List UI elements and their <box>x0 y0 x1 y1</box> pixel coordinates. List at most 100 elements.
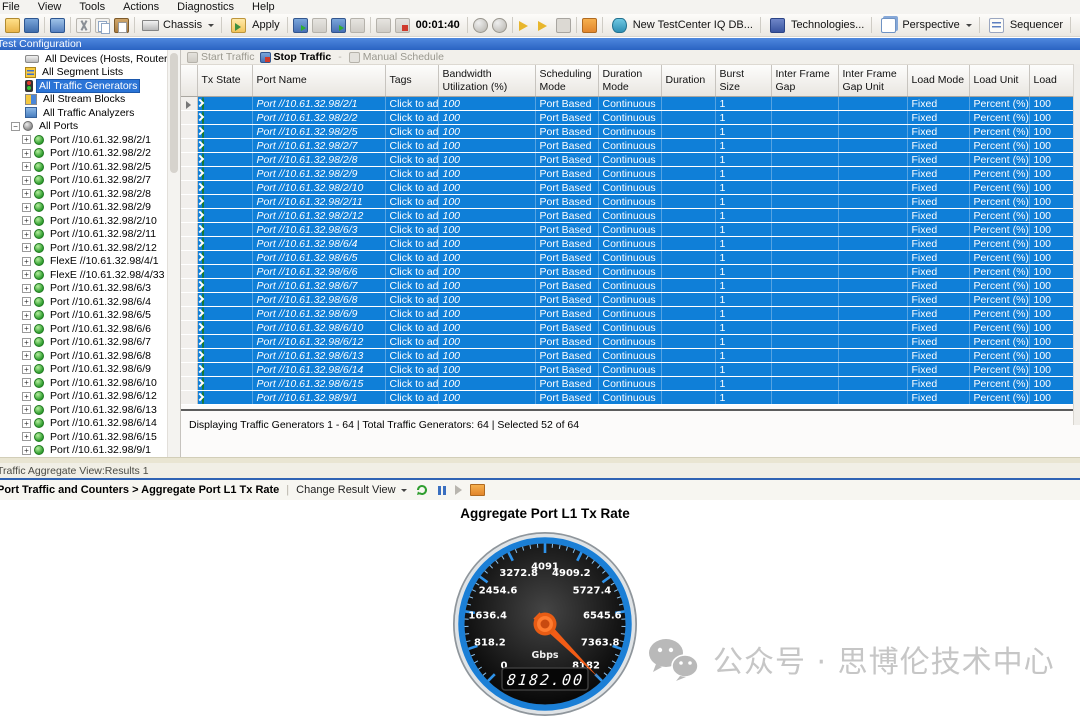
expand-icon[interactable]: + <box>22 230 31 239</box>
cell[interactable] <box>771 335 838 349</box>
tx-state-cell[interactable] <box>197 307 252 321</box>
cell[interactable]: 100 <box>438 139 535 153</box>
cell[interactable]: 100 <box>1029 153 1075 167</box>
cell[interactable]: Fixed <box>907 209 969 223</box>
cell[interactable] <box>661 181 715 195</box>
cell[interactable] <box>838 363 907 377</box>
expand-icon[interactable]: + <box>22 311 31 320</box>
column-header[interactable]: Burst Size <box>715 65 771 97</box>
cell[interactable]: Click to ad... <box>385 139 438 153</box>
row-selector[interactable] <box>181 279 197 293</box>
cell[interactable]: 100 <box>438 377 535 391</box>
tx-state-cell[interactable] <box>197 265 252 279</box>
stop-capture-icon[interactable] <box>492 18 507 33</box>
cell[interactable] <box>838 279 907 293</box>
cell[interactable]: Click to ad... <box>385 125 438 139</box>
tx-state-cell[interactable] <box>197 349 252 363</box>
expand-icon[interactable]: + <box>22 243 31 252</box>
cell[interactable]: Click to ad... <box>385 111 438 125</box>
cell[interactable]: 1 <box>715 279 771 293</box>
cell[interactable]: Port Based <box>535 293 598 307</box>
table-row[interactable]: Port //10.61.32.98/2/5Click to ad...100P… <box>181 125 1075 139</box>
cell[interactable]: Port Based <box>535 167 598 181</box>
cell[interactable]: Port Based <box>535 237 598 251</box>
row-selector[interactable] <box>181 237 197 251</box>
expand-icon[interactable]: + <box>22 365 31 374</box>
cell[interactable] <box>838 139 907 153</box>
tree-scrollbar[interactable] <box>167 50 180 457</box>
cell[interactable]: 100 <box>438 265 535 279</box>
cell[interactable]: Click to ad... <box>385 195 438 209</box>
open-file-icon[interactable] <box>5 18 20 33</box>
cell[interactable]: Port //10.61.32.98/6/3 <box>252 223 385 237</box>
cell[interactable] <box>661 237 715 251</box>
cell[interactable]: 1 <box>715 97 771 111</box>
expand-icon[interactable]: + <box>22 162 31 171</box>
cell[interactable]: Port Based <box>535 363 598 377</box>
tree-scrollbar-thumb[interactable] <box>170 53 178 173</box>
cell[interactable]: 100 <box>1029 209 1075 223</box>
cell[interactable]: Port //10.61.32.98/2/10 <box>252 181 385 195</box>
cell[interactable]: Percent (%) <box>969 139 1029 153</box>
column-header[interactable]: Duration <box>661 65 715 97</box>
cell[interactable] <box>838 209 907 223</box>
cell[interactable]: Click to ad... <box>385 237 438 251</box>
cell[interactable] <box>838 167 907 181</box>
cell[interactable]: Click to ad... <box>385 321 438 335</box>
cell[interactable]: Continuous <box>598 349 661 363</box>
cell[interactable]: Port Based <box>535 391 598 405</box>
cell[interactable] <box>771 279 838 293</box>
expand-icon[interactable]: + <box>22 284 31 293</box>
tx-state-cell[interactable] <box>197 195 252 209</box>
column-header[interactable]: Load Unit <box>969 65 1029 97</box>
row-selector[interactable] <box>181 265 197 279</box>
perspective-button[interactable]: Perspective <box>875 17 975 34</box>
row-selector[interactable] <box>181 251 197 265</box>
cell[interactable]: Percent (%) <box>969 181 1029 195</box>
cell[interactable] <box>838 349 907 363</box>
table-row[interactable]: Port //10.61.32.98/6/8Click to ad...100P… <box>181 293 1075 307</box>
cell[interactable]: Click to ad... <box>385 335 438 349</box>
cell[interactable]: 1 <box>715 307 771 321</box>
cell[interactable]: 100 <box>1029 349 1075 363</box>
tx-state-cell[interactable] <box>197 391 252 405</box>
cell[interactable]: Port //10.61.32.98/6/15 <box>252 377 385 391</box>
cell[interactable]: Percent (%) <box>969 125 1029 139</box>
cell[interactable]: Port Based <box>535 307 598 321</box>
cell[interactable]: Port //10.61.32.98/2/8 <box>252 153 385 167</box>
table-row[interactable]: Port //10.61.32.98/6/14Click to ad...100… <box>181 363 1075 377</box>
cell[interactable]: 100 <box>438 181 535 195</box>
cell[interactable]: Port //10.61.32.98/2/5 <box>252 125 385 139</box>
cell[interactable]: Percent (%) <box>969 97 1029 111</box>
cell[interactable] <box>661 377 715 391</box>
cell[interactable]: 100 <box>438 209 535 223</box>
cell[interactable]: 100 <box>438 237 535 251</box>
column-header[interactable]: Inter Frame Gap Unit <box>838 65 907 97</box>
cell[interactable] <box>771 111 838 125</box>
cell[interactable]: Continuous <box>598 307 661 321</box>
row-selector[interactable] <box>181 209 197 223</box>
column-header[interactable]: Scheduling Mode <box>535 65 598 97</box>
cell[interactable] <box>771 223 838 237</box>
tree-item[interactable]: +Port //10.61.32.98/6/6 <box>0 322 167 336</box>
tree-item[interactable]: +Port //10.61.32.98/2/9 <box>0 201 167 215</box>
start-streams-icon[interactable] <box>331 18 346 33</box>
cell[interactable]: Port Based <box>535 209 598 223</box>
cell[interactable]: Continuous <box>598 181 661 195</box>
sequencer-button[interactable]: Sequencer <box>983 17 1067 34</box>
column-header[interactable]: Load <box>1029 65 1075 97</box>
cell[interactable] <box>838 237 907 251</box>
cell[interactable]: 100 <box>438 391 535 405</box>
tree-item[interactable]: +Port //10.61.32.98/2/1 <box>0 133 167 147</box>
cell[interactable]: Port Based <box>535 111 598 125</box>
tx-state-cell[interactable] <box>197 377 252 391</box>
row-selector[interactable] <box>181 391 197 405</box>
cell[interactable]: Port //10.61.32.98/6/14 <box>252 363 385 377</box>
cell[interactable]: Fixed <box>907 181 969 195</box>
cell[interactable]: Port //10.61.32.98/9/1 <box>252 391 385 405</box>
cell[interactable]: 100 <box>1029 363 1075 377</box>
cell[interactable]: Port //10.61.32.98/6/4 <box>252 237 385 251</box>
cell[interactable]: 1 <box>715 111 771 125</box>
cell[interactable] <box>838 181 907 195</box>
tx-state-cell[interactable] <box>197 97 252 111</box>
